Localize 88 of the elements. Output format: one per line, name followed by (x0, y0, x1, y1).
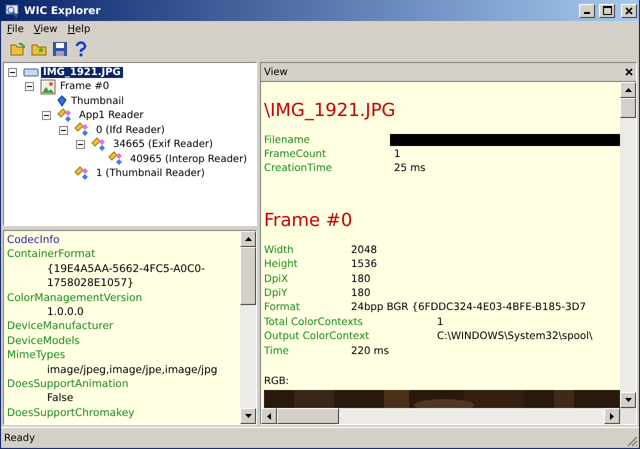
property-name: MimeTypes (7, 348, 66, 363)
scroll-up-button[interactable] (620, 82, 636, 98)
scroll-down-button[interactable] (240, 408, 256, 424)
close-icon (625, 6, 633, 14)
minimize-button[interactable] (579, 4, 595, 18)
field-value: 1 (437, 316, 444, 328)
scroll-thumb[interactable] (277, 408, 339, 424)
scroll-right-button[interactable] (604, 408, 620, 424)
tree-item[interactable]: Thumbnail (69, 96, 126, 107)
close-icon[interactable] (625, 68, 633, 76)
property-name: ColorManagementVersion (7, 290, 144, 306)
field-name: DpiY (264, 288, 288, 300)
scroll-down-button[interactable] (620, 392, 636, 408)
property-value: False (46, 391, 74, 406)
field-name: Time (264, 346, 290, 357)
property-name: DeviceModels (7, 334, 81, 348)
scroll-up-button[interactable] (240, 231, 256, 247)
image-label: RGB: (264, 376, 290, 390)
down-arrow-icon (624, 398, 632, 402)
field-name: Height (264, 259, 299, 270)
up-arrow-icon (244, 237, 252, 241)
tree-item[interactable]: App1 Reader (77, 110, 146, 122)
collapse-icon[interactable] (76, 140, 85, 150)
resize-grip-icon[interactable] (626, 435, 638, 447)
down-arrow-icon (244, 414, 252, 418)
tree-item[interactable]: 1 (Thumbnail Reader) (94, 168, 207, 180)
field-value: 25 ms (394, 163, 426, 174)
view-scrollbar[interactable] (620, 82, 636, 408)
section-heading: \IMG_1921.JPG (264, 100, 396, 121)
tree-item[interactable]: 34665 (Exif Reader) (111, 139, 215, 150)
minimize-icon (584, 12, 590, 14)
property-value: image/jpeg,image/jpe,image/jpg (46, 362, 218, 378)
tree-item[interactable]: 40965 (Interop Reader) (128, 154, 250, 165)
field-value: C:\WINDOWS\System32\spool\ (437, 331, 592, 342)
property-name: DoesSupportAnimation (7, 377, 130, 392)
menu-item[interactable]: File (3, 24, 30, 35)
field-name: Format (264, 302, 301, 314)
collapse-icon[interactable] (25, 82, 34, 92)
status-text: Ready (4, 432, 36, 444)
collapse-icon[interactable] (42, 111, 51, 120)
section-heading: CodecInfo (7, 233, 61, 248)
field-value: 2048 (351, 244, 377, 256)
collapse-icon[interactable] (59, 126, 68, 135)
field-name: Total ColorContexts (264, 316, 364, 328)
up-arrow-icon (624, 88, 632, 92)
field-value: 24bpp BGR {6FDDC324-4E03-4BFE-B185-3D7 (351, 302, 586, 314)
left-arrow-icon (267, 412, 271, 420)
property-value: {19E4A5AA-5662-4FC5-A0C0-1758028E1057} (46, 262, 206, 291)
property-value: 1.0.0.0 (46, 305, 85, 320)
save-icon[interactable] (52, 41, 68, 57)
panel-title: View (264, 66, 288, 78)
properties-scrollbar[interactable] (240, 231, 256, 424)
close-button[interactable] (621, 4, 637, 18)
maximize-button[interactable] (599, 4, 615, 18)
scroll-thumb[interactable] (240, 247, 256, 305)
menu-item[interactable]: Help (63, 24, 96, 35)
app-icon (4, 2, 20, 18)
drive-icon (23, 66, 39, 78)
window-title: WIC Explorer (24, 4, 102, 16)
field-name: FrameCount (264, 149, 327, 160)
maximize-icon (602, 6, 612, 15)
field-value: 1 (394, 149, 400, 160)
tree-item[interactable]: Frame #0 (58, 81, 112, 92)
collapse-icon[interactable] (8, 68, 17, 77)
diamond-icon (57, 95, 67, 108)
property-name: DoesSupportChromakey (7, 406, 136, 420)
property-name: ContainerFormat (7, 247, 96, 262)
scroll-left-button[interactable] (261, 408, 277, 424)
field-value: 180 (351, 288, 370, 300)
scrollbar-corner (620, 408, 636, 424)
help-icon[interactable] (73, 41, 89, 57)
tree-item[interactable]: 0 (Ifd Reader) (94, 124, 167, 136)
image-icon (40, 78, 56, 95)
field-value: 1536 (351, 259, 377, 270)
scroll-thumb[interactable] (620, 98, 636, 118)
field-name: CreationTime (264, 163, 334, 174)
property-name: DeviceManufacturer (7, 319, 114, 334)
tree-item[interactable]: IMG_1921.JPG (41, 66, 123, 78)
right-arrow-icon (610, 412, 614, 420)
field-name: DpiX (264, 274, 290, 285)
open-folder-icon[interactable] (10, 41, 26, 57)
section-heading: Frame #0 (264, 210, 354, 232)
field-name: Output ColorContext (264, 331, 370, 342)
field-value: 220 ms (351, 346, 389, 357)
field-name: Width (264, 244, 295, 256)
field-name: Filename (264, 134, 311, 146)
field-value: 180 (351, 274, 370, 285)
menu-item[interactable]: View (30, 24, 64, 35)
